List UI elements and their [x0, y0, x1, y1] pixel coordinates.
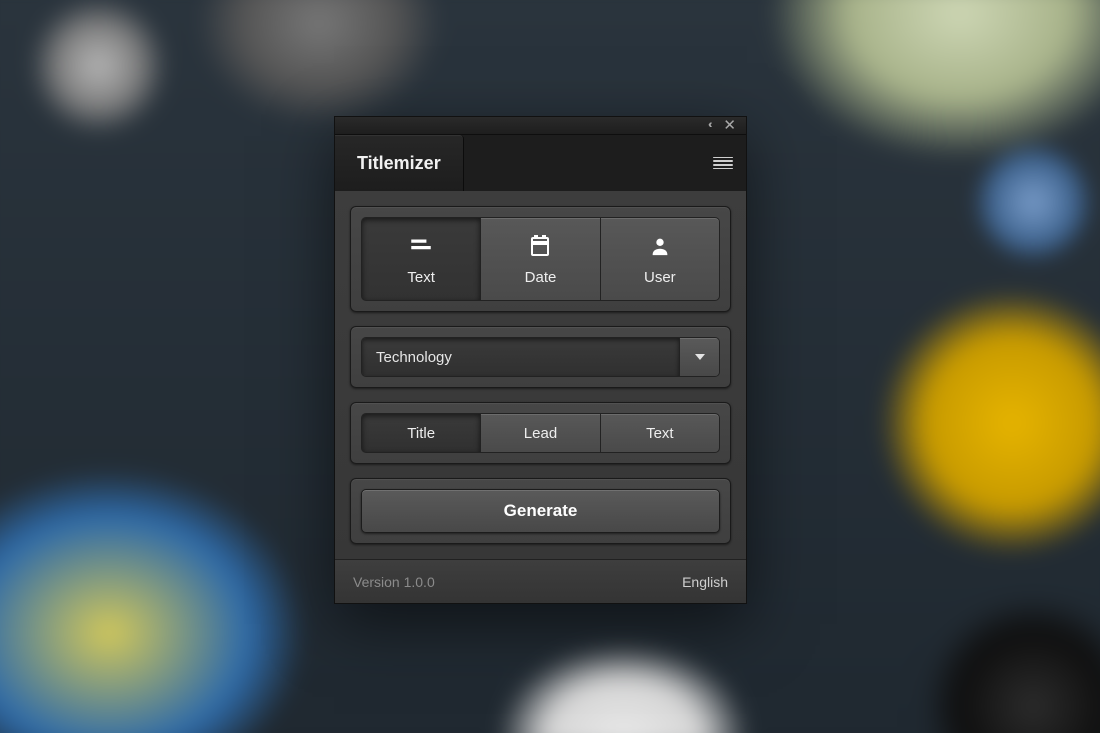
tab-label: Lead: [524, 425, 557, 442]
tab-label: Title: [407, 425, 435, 442]
tab-text[interactable]: Text: [361, 217, 481, 301]
category-section: Technology: [350, 326, 731, 388]
tab-label: Text: [646, 425, 674, 442]
language-selector[interactable]: English: [682, 574, 728, 590]
menu-icon: [713, 157, 733, 169]
type-tabs-section: Text Date User: [350, 206, 731, 312]
tab-title[interactable]: Title: [361, 413, 481, 453]
version-text: Version 1.0.0: [353, 574, 435, 590]
menu-button[interactable]: [700, 135, 746, 191]
tab-lead[interactable]: Lead: [481, 413, 600, 453]
title-bar: Titlemizer: [335, 135, 746, 191]
output-tabs: Title Lead Text: [361, 413, 720, 453]
type-tabs: Text Date User: [361, 217, 720, 301]
generate-button[interactable]: Generate: [361, 489, 720, 533]
app-title-tab: Titlemizer: [335, 135, 464, 191]
tab-date[interactable]: Date: [481, 217, 600, 301]
category-dropdown[interactable]: Technology: [361, 337, 720, 377]
category-selected: Technology: [362, 338, 679, 376]
titlemizer-panel: ‹‹ ✕ Titlemizer Text: [334, 116, 747, 604]
output-tabs-section: Title Lead Text: [350, 402, 731, 464]
panel-body: Text Date User Technolog: [335, 191, 746, 559]
tab-text-output[interactable]: Text: [601, 413, 720, 453]
generate-section: Generate: [350, 478, 731, 544]
panel-footer: Version 1.0.0 English: [335, 559, 746, 603]
app-title: Titlemizer: [357, 153, 441, 174]
user-icon: [647, 233, 673, 259]
collapse-icon[interactable]: ‹‹: [708, 120, 709, 131]
tab-user[interactable]: User: [601, 217, 720, 301]
tab-label: User: [644, 269, 676, 286]
tab-label: Date: [525, 269, 557, 286]
dropdown-toggle[interactable]: [679, 338, 719, 376]
tab-label: Text: [407, 269, 435, 286]
close-icon[interactable]: ✕: [723, 118, 736, 133]
calendar-icon: [527, 233, 553, 259]
text-lines-icon: [408, 233, 434, 259]
chevron-down-icon: [695, 354, 705, 360]
system-bar: ‹‹ ✕: [335, 117, 746, 135]
